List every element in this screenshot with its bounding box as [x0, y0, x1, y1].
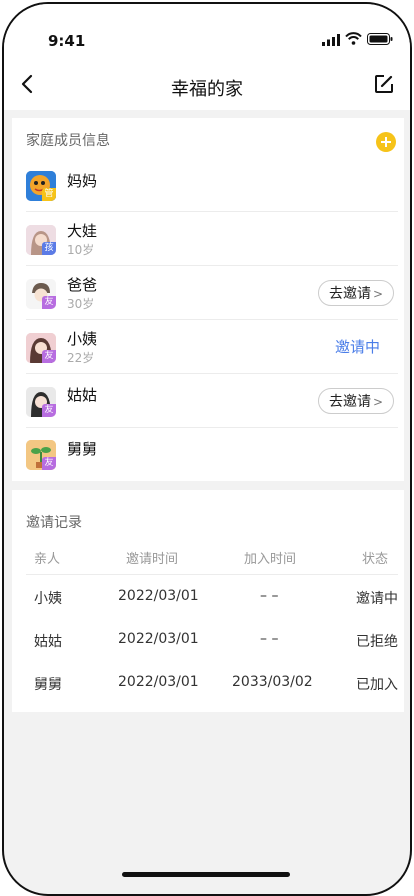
member-name: 爸爸 [67, 276, 98, 294]
chevron-right-icon: > [372, 395, 384, 409]
status-bar: 9:41 [4, 4, 410, 56]
member-row-aunt-paternal[interactable]: 友 姑姑 去邀请 > [12, 374, 404, 428]
member-tag: 管 [42, 188, 56, 201]
column-header: 亲人 [34, 552, 61, 567]
member-age: 22岁 [67, 351, 95, 365]
add-member-button[interactable] [376, 132, 396, 152]
member-row-mom[interactable]: 管 妈妈 [12, 158, 404, 212]
battery-icon [367, 33, 393, 45]
nav-bar: 幸福的家 [4, 56, 410, 110]
members-card: 家庭成员信息 管 妈妈 孩 大娃 10岁 友 爸爸 30岁 去邀请 > 友 小姨… [12, 118, 404, 481]
avatar: 管 [26, 171, 56, 201]
page-title: 幸福的家 [171, 79, 243, 100]
records-section-title: 邀请记录 [26, 515, 82, 531]
invite-button-label: 去邀请 [328, 286, 371, 302]
record-join-time: – – [260, 588, 279, 604]
avatar: 友 [26, 279, 56, 309]
invite-button[interactable]: 去邀请 > [318, 280, 394, 306]
record-invite-time: 2022/03/01 [118, 674, 199, 690]
table-row: 舅舅 2022/03/01 2033/03/02 已加入 [12, 662, 404, 705]
member-name: 小姨 [67, 330, 98, 348]
record-invite-time: 2022/03/01 [118, 631, 199, 647]
column-header: 邀请时间 [126, 552, 179, 567]
invite-button[interactable]: 去邀请 > [318, 388, 394, 414]
invite-button-label: 去邀请 [328, 394, 371, 410]
record-join-time: – – [260, 631, 279, 647]
member-row-uncle[interactable]: 友 舅舅 [12, 428, 404, 482]
home-indicator[interactable] [122, 872, 290, 877]
member-name: 妈妈 [67, 172, 98, 190]
member-name: 姑姑 [67, 386, 98, 404]
member-row-dad[interactable]: 友 爸爸 30岁 去邀请 > [12, 266, 404, 320]
member-tag: 孩 [42, 242, 56, 255]
phone-frame: 9:41 幸福的家 家庭成员信息 管 妈妈 孩 大娃 10岁 友 爸爸 30岁 … [2, 2, 412, 896]
avatar: 友 [26, 387, 56, 417]
member-tag: 友 [42, 296, 56, 309]
member-row-aunt-maternal[interactable]: 友 小姨 22岁 邀请中 [12, 320, 404, 374]
wifi-icon [345, 32, 362, 45]
inviting-status: 邀请中 [334, 338, 380, 356]
avatar: 友 [26, 333, 56, 363]
records-table-header: 亲人 邀请时间 加入时间 状态 [26, 544, 398, 575]
record-status: 邀请中 [356, 591, 398, 607]
member-name: 大娃 [67, 222, 98, 240]
invite-records-card: 邀请记录 亲人 邀请时间 加入时间 状态 小姨 2022/03/01 – – 邀… [12, 490, 404, 712]
member-tag: 友 [42, 457, 56, 470]
member-age: 30岁 [67, 297, 95, 311]
table-row: 小姨 2022/03/01 – – 邀请中 [12, 576, 404, 619]
member-age: 10岁 [67, 243, 95, 257]
record-relative: 姑姑 [34, 634, 62, 650]
record-status: 已加入 [356, 677, 398, 693]
member-name: 舅舅 [67, 440, 98, 458]
members-section-title: 家庭成员信息 [26, 133, 110, 149]
column-header: 加入时间 [244, 552, 297, 567]
table-row: 姑姑 2022/03/01 – – 已拒绝 [12, 619, 404, 662]
column-header: 状态 [362, 552, 389, 567]
record-relative: 小姨 [34, 591, 62, 607]
chevron-right-icon: > [372, 287, 384, 301]
edit-icon[interactable] [374, 74, 394, 94]
status-time: 9:41 [48, 32, 86, 50]
avatar: 孩 [26, 225, 56, 255]
member-row-child[interactable]: 孩 大娃 10岁 [12, 212, 404, 266]
member-tag: 友 [42, 350, 56, 363]
record-join-time: 2033/03/02 [232, 674, 313, 690]
record-relative: 舅舅 [34, 677, 62, 693]
record-invite-time: 2022/03/01 [118, 588, 199, 604]
record-status: 已拒绝 [356, 634, 398, 650]
member-tag: 友 [42, 404, 56, 417]
avatar: 友 [26, 440, 56, 470]
cellular-signal-icon [322, 34, 340, 46]
